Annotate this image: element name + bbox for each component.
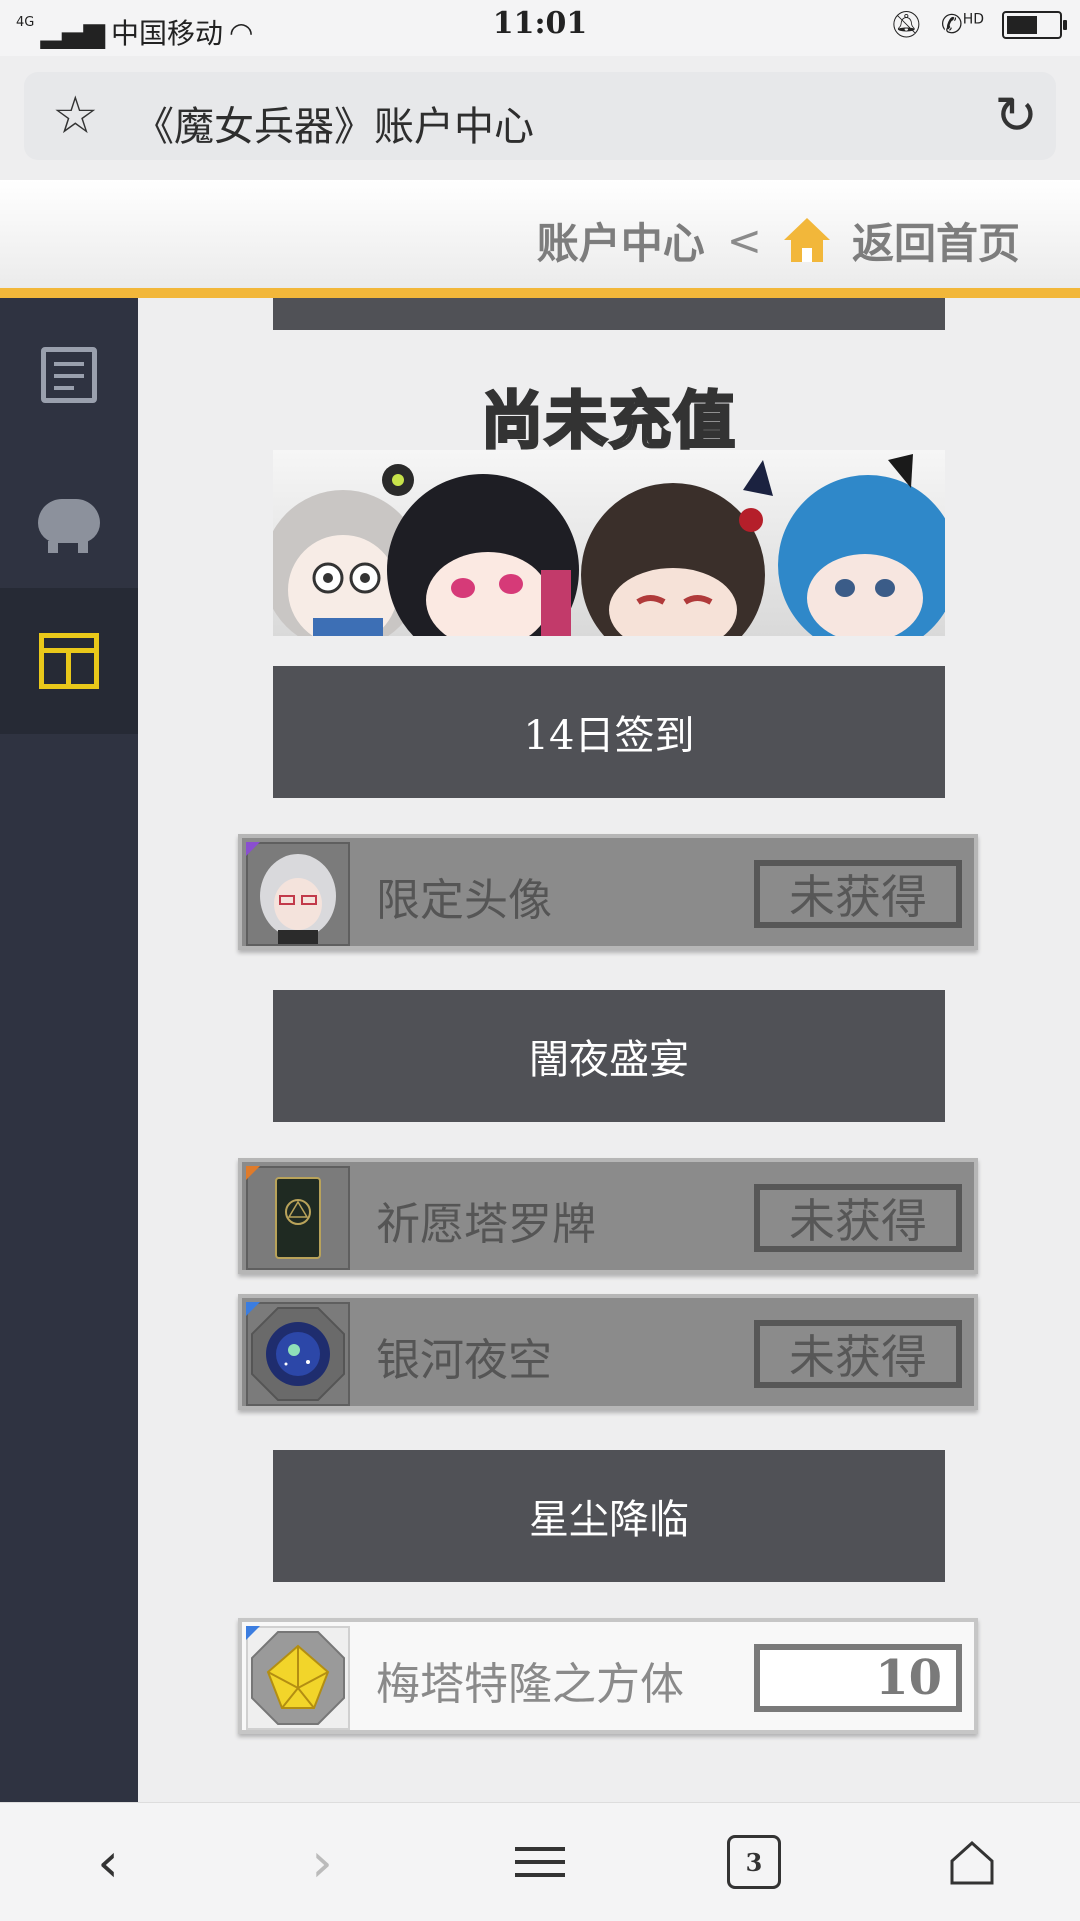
tarot-card-thumbnail	[246, 1166, 350, 1270]
rarity-corner	[246, 1166, 260, 1180]
mute-bell-icon: 🔕︎	[889, 10, 923, 40]
reward-status: 未获得	[754, 1320, 962, 1388]
account-center-label: 账户中心	[536, 219, 705, 268]
avatar-thumbnail	[246, 842, 350, 946]
notes-icon	[41, 347, 97, 403]
section-header-top	[273, 298, 945, 330]
reward-status: 未获得	[754, 860, 962, 928]
home-link[interactable]: 返回首页	[852, 210, 1020, 271]
sidebar-item-recharge[interactable]	[0, 448, 138, 594]
sidebar	[0, 298, 138, 1802]
sidebar-item-notes[interactable]	[0, 302, 138, 448]
address-bar[interactable]: ☆ 《魔女兵器》账户中心 ↻	[24, 72, 1056, 160]
tabs-button[interactable]: 3	[674, 1803, 834, 1921]
section-stardust-descent[interactable]: 星尘降临	[273, 1450, 945, 1582]
piggy-bank-icon	[38, 499, 100, 553]
menu-button[interactable]	[460, 1803, 620, 1921]
reward-status: 未获得	[754, 1184, 962, 1252]
forward-button[interactable]: ›	[242, 1803, 402, 1921]
menu-icon	[515, 1838, 565, 1886]
main-content: 尚未充值 14日签到 限定头像 未获得 闇夜盛宴 祈愿塔罗牌 未获得 银河夜空 …	[138, 298, 1080, 1802]
metatron-cube-thumbnail	[246, 1626, 350, 1730]
reward-name: 银河夜空	[376, 1335, 552, 1386]
status-icons: 🔕︎ ✆HD	[889, 10, 1067, 40]
rarity-corner	[246, 1626, 260, 1640]
status-bar: 4G ▂▄▆ 中国移动 ◠ 11:01 🔕︎ ✆HD	[0, 0, 1080, 56]
section-14-day-checkin[interactable]: 14日签到	[273, 666, 945, 798]
rarity-corner	[246, 1302, 260, 1316]
reward-metatron-cube: 梅塔特隆之方体 10	[238, 1618, 978, 1734]
bookmark-star-icon[interactable]: ☆	[52, 86, 99, 146]
galaxy-thumbnail	[246, 1302, 350, 1406]
home-outline-icon	[950, 1840, 994, 1885]
browser-bottom-nav: ‹ › 3	[0, 1802, 1080, 1921]
reward-galaxy-night-sky: 银河夜空 未获得	[238, 1294, 978, 1410]
page-title[interactable]: 《魔女兵器》账户中心	[134, 94, 534, 152]
reward-count: 10	[754, 1644, 962, 1712]
reward-limited-avatar: 限定头像 未获得	[238, 834, 978, 950]
section-dark-night-feast[interactable]: 闇夜盛宴	[273, 990, 945, 1122]
chevron-right-icon: ›	[311, 1830, 333, 1894]
reward-name: 祈愿塔罗牌	[376, 1199, 596, 1250]
recharge-banner: 尚未充值	[273, 358, 945, 636]
reward-name: 梅塔特隆之方体	[376, 1659, 684, 1710]
breadcrumb: 账户中心 < 返回首页	[537, 210, 1020, 271]
breadcrumb-separator: <	[726, 216, 762, 265]
rarity-corner	[246, 842, 260, 856]
sidebar-item-layout[interactable]	[0, 588, 138, 734]
reward-tarot-card: 祈愿塔罗牌 未获得	[238, 1158, 978, 1274]
reload-icon[interactable]: ↻	[994, 86, 1038, 146]
back-button[interactable]: ‹	[28, 1803, 188, 1921]
chibi-characters-image	[273, 450, 945, 636]
call-hd-icon: ✆HD	[940, 10, 984, 40]
home-icon[interactable]	[783, 217, 830, 264]
banner-title: 尚未充值	[479, 383, 737, 459]
hd-label: HD	[962, 11, 984, 28]
battery-icon	[1002, 11, 1067, 39]
chevron-left-icon: ‹	[97, 1830, 119, 1894]
home-button[interactable]	[892, 1803, 1052, 1921]
layout-icon	[39, 633, 99, 689]
site-header: 账户中心 < 返回首页	[0, 180, 1080, 298]
tab-count: 3	[727, 1835, 781, 1889]
reward-name: 限定头像	[376, 875, 552, 926]
